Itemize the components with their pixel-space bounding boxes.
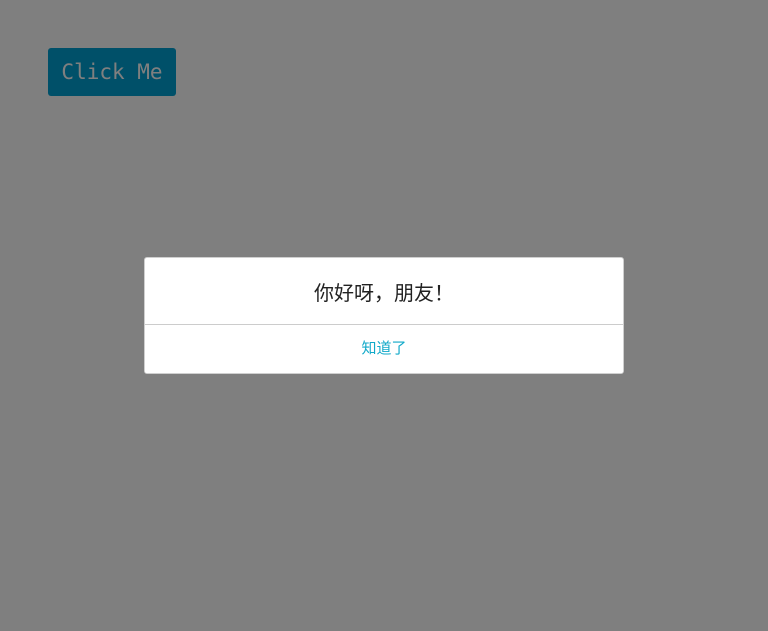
alert-dialog: 你好呀，朋友！ 知道了 [144, 257, 624, 374]
dialog-confirm-button[interactable]: 知道了 [145, 325, 623, 373]
dialog-message: 你好呀，朋友！ [145, 258, 623, 325]
